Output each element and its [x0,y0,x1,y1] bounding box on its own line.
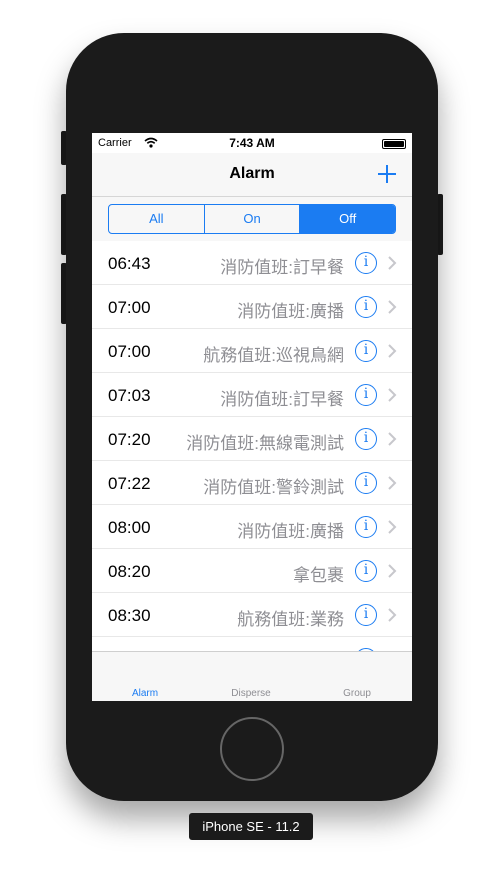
navigation-bar: Alarm [92,153,412,197]
info-icon[interactable]: i [355,340,377,362]
info-icon[interactable]: i [355,472,377,494]
chevron-right-icon [388,432,397,446]
tab-disperse[interactable]: Disperse [198,688,304,699]
page-title: Alarm [229,165,275,182]
alarm-label: 消防值班:廣播 [237,522,344,541]
chevron-right-icon [388,388,397,402]
table-row[interactable]: 08:30 航務值班:業務 i [92,593,412,637]
alarm-label: 消防值班:警鈴測試 [203,478,344,497]
alarm-time: 07:00 [108,342,151,361]
table-row[interactable]: 08:20 拿包裹 i [92,549,412,593]
alarm-label: 消防值班:訂早餐 [220,258,344,277]
chevron-right-icon [388,300,397,314]
tab-bar: Alarm Disperse Group [92,651,412,701]
info-icon[interactable]: i [355,428,377,450]
segment-off[interactable]: Off [299,205,395,233]
status-bar: Carrier 7:43 AM [92,133,412,153]
alarm-label: 航務值班:巡視鳥網 [203,346,344,365]
alarm-label: 消防值班:無線電測試 [186,434,344,453]
chevron-right-icon [388,564,397,578]
chevron-right-icon [388,608,397,622]
alarm-time: 07:20 [108,430,151,449]
segment-all[interactable]: All [109,205,204,233]
chevron-right-icon [388,476,397,490]
info-icon[interactable]: i [355,252,377,274]
table-row[interactable]: 07:00 航務值班:巡視鳥網 i [92,329,412,373]
alarm-time: 08:00 [108,518,151,537]
filter-bar: All On Off [92,197,412,241]
filter-segmented-control: All On Off [108,204,396,234]
info-icon[interactable]: i [355,516,377,538]
tab-group[interactable]: Group [304,688,410,699]
alarm-time: 07:00 [108,298,151,317]
info-icon[interactable]: i [355,296,377,318]
info-icon[interactable]: i [355,384,377,406]
table-row[interactable]: 07:22 消防值班:警鈴測試 i [92,461,412,505]
alarm-time: 06:43 [108,254,151,273]
alarm-time: 07:22 [108,474,151,493]
alarm-label: 拿包裹 [293,566,344,585]
alarm-time: 08:20 [108,562,151,581]
chevron-right-icon [388,520,397,534]
alarm-time: 08:30 [108,606,151,625]
alarm-label: 消防值班:廣播 [237,302,344,321]
home-button[interactable] [220,717,284,781]
phone-screen: Carrier 7:43 AM Alarm All On Off 06:43 消… [92,133,412,701]
table-row[interactable]: 07:20 消防值班:無線電測試 i [92,417,412,461]
segment-on[interactable]: On [203,205,300,233]
alarm-label: 航務值班:業務 [237,610,344,629]
chevron-right-icon [388,344,397,358]
info-icon[interactable]: i [355,560,377,582]
alarm-list: 06:43 消防值班:訂早餐 i 07:00 消防值班:廣播 i 07:00 航… [92,241,412,681]
table-row[interactable]: 07:00 消防值班:廣播 i [92,285,412,329]
chevron-right-icon [388,256,397,270]
battery-icon [382,139,406,149]
plus-icon[interactable] [376,163,398,185]
alarm-time: 07:03 [108,386,151,405]
tab-alarm[interactable]: Alarm [92,688,198,699]
table-row[interactable]: 07:03 消防值班:訂早餐 i [92,373,412,417]
alarm-label: 消防值班:訂早餐 [220,390,344,409]
device-label: iPhone SE - 11.2 [189,813,313,840]
table-row[interactable]: 06:43 消防值班:訂早餐 i [92,241,412,285]
status-time: 7:43 AM [229,136,275,150]
table-row[interactable]: 08:00 消防值班:廣播 i [92,505,412,549]
info-icon[interactable]: i [355,604,377,626]
